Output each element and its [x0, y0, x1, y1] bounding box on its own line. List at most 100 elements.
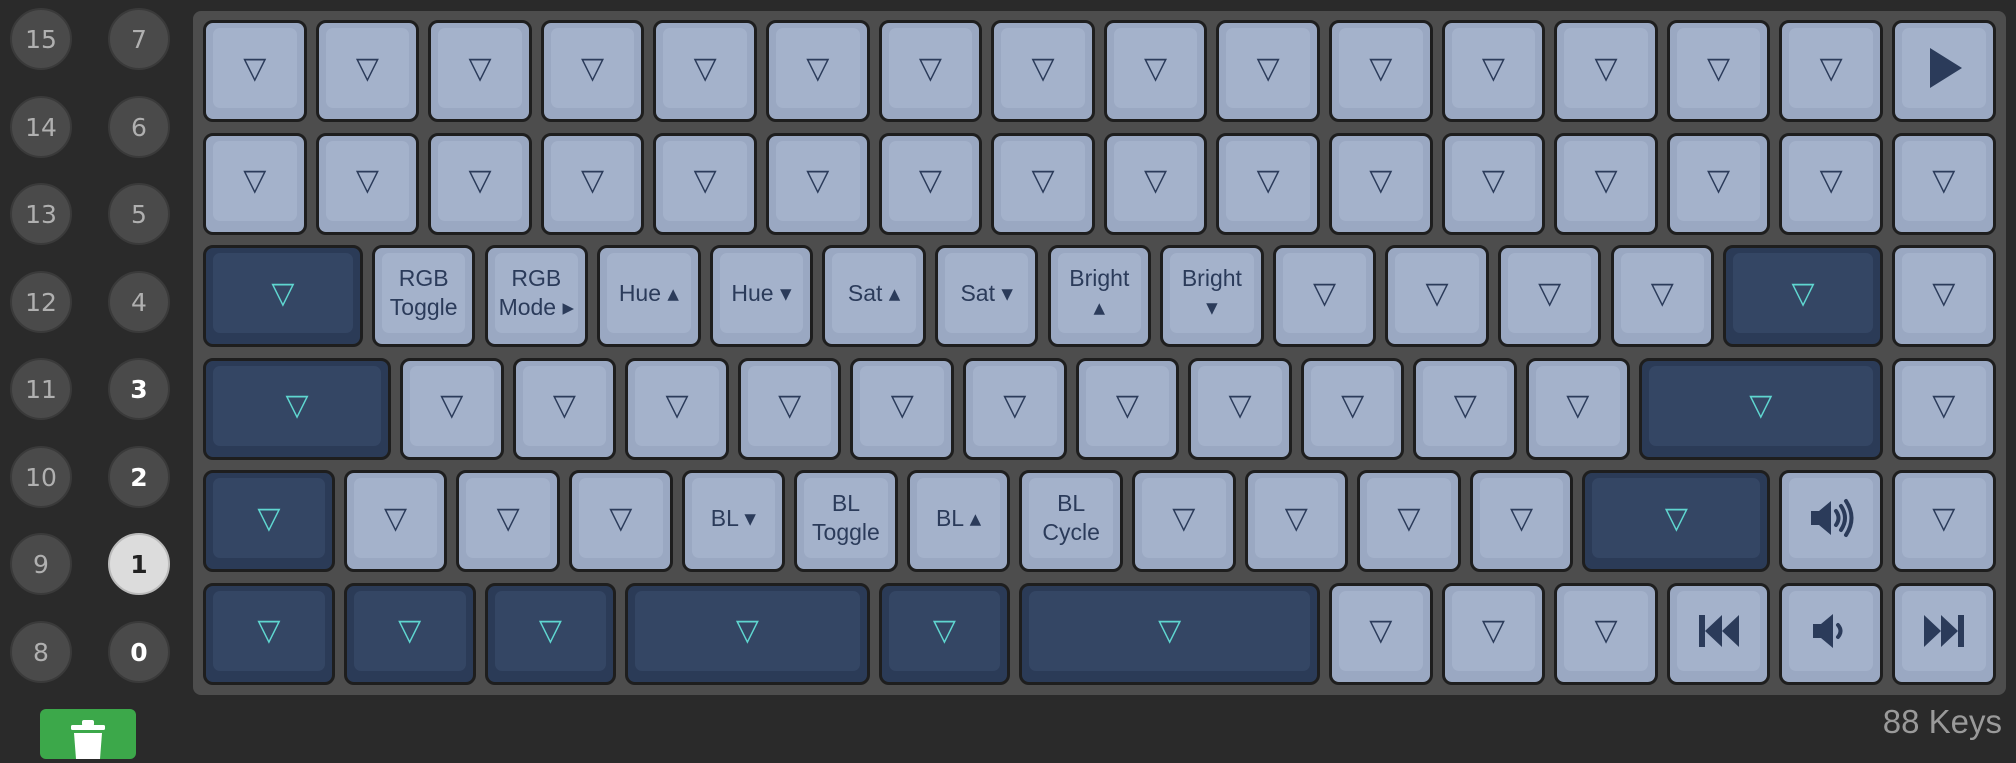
key-transparent[interactable]: ▽: [625, 357, 729, 460]
key-transparent[interactable]: ▽: [1131, 470, 1236, 572]
key-transparent[interactable]: ▽: [1019, 582, 1320, 685]
key-transparent[interactable]: ▽: [203, 582, 335, 685]
key-transparent[interactable]: ▽: [1892, 470, 1996, 572]
key-transparent[interactable]: ▽: [1638, 357, 1883, 460]
layer-13-button[interactable]: 13: [10, 183, 72, 245]
key-transparent[interactable]: ▽: [540, 20, 645, 122]
key-transparent[interactable]: ▽: [1441, 582, 1546, 685]
key-transparent[interactable]: ▽: [1892, 132, 1996, 235]
key-transparent[interactable]: ▽: [1075, 357, 1180, 460]
layer-0-button[interactable]: 0: [108, 621, 170, 683]
key-transparent[interactable]: ▽: [991, 132, 1095, 235]
layer-14-button[interactable]: 14: [10, 96, 72, 158]
key-transparent[interactable]: ▽: [1779, 20, 1883, 122]
key-next-track[interactable]: [1892, 582, 1996, 685]
key-transparent[interactable]: ▽: [203, 20, 307, 122]
key-hue-down[interactable]: Hue ▾: [709, 245, 814, 347]
key-transparent[interactable]: ▽: [1216, 132, 1320, 235]
key-transparent[interactable]: ▽: [1272, 245, 1377, 347]
key-transparent[interactable]: ▽: [203, 132, 307, 235]
key-transparent[interactable]: ▽: [1329, 132, 1433, 235]
layer-11-button[interactable]: 11: [10, 358, 72, 420]
layer-4-button[interactable]: 4: [108, 271, 170, 333]
key-transparent[interactable]: ▽: [850, 357, 955, 460]
key-transparent[interactable]: ▽: [1188, 357, 1292, 460]
key-bl-down[interactable]: BL ▾: [681, 470, 786, 572]
layer-7-button[interactable]: 7: [108, 8, 170, 70]
delete-button[interactable]: [40, 709, 136, 759]
key-rgb-mode[interactable]: RGB Mode ▸: [484, 245, 589, 347]
key-transparent[interactable]: ▽: [1779, 132, 1883, 235]
key-transparent[interactable]: ▽: [512, 357, 617, 460]
key-transparent[interactable]: ▽: [1216, 20, 1320, 122]
key-transparent[interactable]: ▽: [1329, 20, 1433, 122]
key-transparent[interactable]: ▽: [1300, 357, 1405, 460]
key-transparent[interactable]: ▽: [1723, 245, 1883, 347]
layer-6-button[interactable]: 6: [108, 96, 170, 158]
key-transparent[interactable]: ▽: [203, 470, 335, 572]
key-transparent[interactable]: ▽: [1413, 357, 1518, 460]
key-transparent[interactable]: ▽: [653, 20, 757, 122]
key-transparent[interactable]: ▽: [766, 20, 870, 122]
key-transparent[interactable]: ▽: [766, 132, 870, 235]
key-bl-cycle[interactable]: BL Cycle: [1019, 470, 1123, 572]
key-transparent[interactable]: ▽: [1385, 245, 1489, 347]
key-transparent[interactable]: ▽: [1357, 470, 1461, 572]
layer-15-button[interactable]: 15: [10, 8, 72, 70]
key-transparent[interactable]: ▽: [878, 582, 1011, 685]
key-transparent[interactable]: ▽: [456, 470, 560, 572]
key-transparent[interactable]: ▽: [315, 20, 420, 122]
key-transparent[interactable]: ▽: [1610, 245, 1715, 347]
key-transparent[interactable]: ▽: [1666, 20, 1771, 122]
key-transparent[interactable]: ▽: [568, 470, 673, 572]
key-transparent[interactable]: ▽: [963, 357, 1067, 460]
key-sat-up[interactable]: Sat ▴: [822, 245, 926, 347]
key-transparent[interactable]: ▽: [1329, 582, 1433, 685]
key-volume-down[interactable]: [1779, 582, 1883, 685]
key-bl-toggle[interactable]: BL Toggle: [794, 470, 898, 572]
key-transparent[interactable]: ▽: [1526, 357, 1630, 460]
layer-2-button[interactable]: 2: [108, 446, 170, 508]
key-transparent[interactable]: ▽: [878, 132, 983, 235]
layer-12-button[interactable]: 12: [10, 271, 72, 333]
key-transparent[interactable]: ▽: [343, 470, 448, 572]
key-transparent[interactable]: ▽: [1497, 245, 1602, 347]
key-transparent[interactable]: ▽: [1554, 132, 1658, 235]
key-sat-down[interactable]: Sat ▾: [934, 245, 1039, 347]
key-transparent[interactable]: ▽: [1554, 582, 1658, 685]
key-transparent[interactable]: ▽: [878, 20, 983, 122]
layer-9-button[interactable]: 9: [10, 533, 72, 595]
layer-8-button[interactable]: 8: [10, 621, 72, 683]
key-transparent[interactable]: ▽: [343, 582, 476, 685]
key-hue-up[interactable]: Hue ▴: [597, 245, 701, 347]
key-transparent[interactable]: ▽: [484, 582, 617, 685]
key-transparent[interactable]: ▽: [1554, 20, 1658, 122]
key-transparent[interactable]: ▽: [203, 357, 392, 460]
key-transparent[interactable]: ▽: [991, 20, 1095, 122]
key-play[interactable]: [1892, 20, 1996, 122]
key-transparent[interactable]: ▽: [653, 132, 757, 235]
key-transparent[interactable]: ▽: [737, 357, 842, 460]
key-rgb-toggle[interactable]: RGB Toggle: [371, 245, 476, 347]
layer-3-button[interactable]: 3: [108, 358, 170, 420]
key-transparent[interactable]: ▽: [1441, 132, 1546, 235]
key-transparent[interactable]: ▽: [1103, 20, 1208, 122]
key-transparent[interactable]: ▽: [1244, 470, 1349, 572]
key-transparent[interactable]: ▽: [315, 132, 420, 235]
key-bright-down[interactable]: Bright ▾: [1160, 245, 1264, 347]
key-transparent[interactable]: ▽: [1582, 470, 1771, 572]
key-transparent[interactable]: ▽: [540, 132, 645, 235]
key-bright-up[interactable]: Bright ▴: [1047, 245, 1152, 347]
layer-5-button[interactable]: 5: [108, 183, 170, 245]
key-transparent[interactable]: ▽: [1892, 357, 1996, 460]
key-volume-up[interactable]: [1779, 470, 1883, 572]
key-transparent[interactable]: ▽: [428, 20, 532, 122]
layer-1-button[interactable]: 1: [108, 533, 170, 595]
key-transparent[interactable]: ▽: [625, 582, 870, 685]
layer-10-button[interactable]: 10: [10, 446, 72, 508]
key-transparent[interactable]: ▽: [1103, 132, 1208, 235]
key-transparent[interactable]: ▽: [203, 245, 363, 347]
key-bl-up[interactable]: BL ▴: [906, 470, 1011, 572]
key-previous-track[interactable]: [1666, 582, 1771, 685]
key-transparent[interactable]: ▽: [1469, 470, 1574, 572]
